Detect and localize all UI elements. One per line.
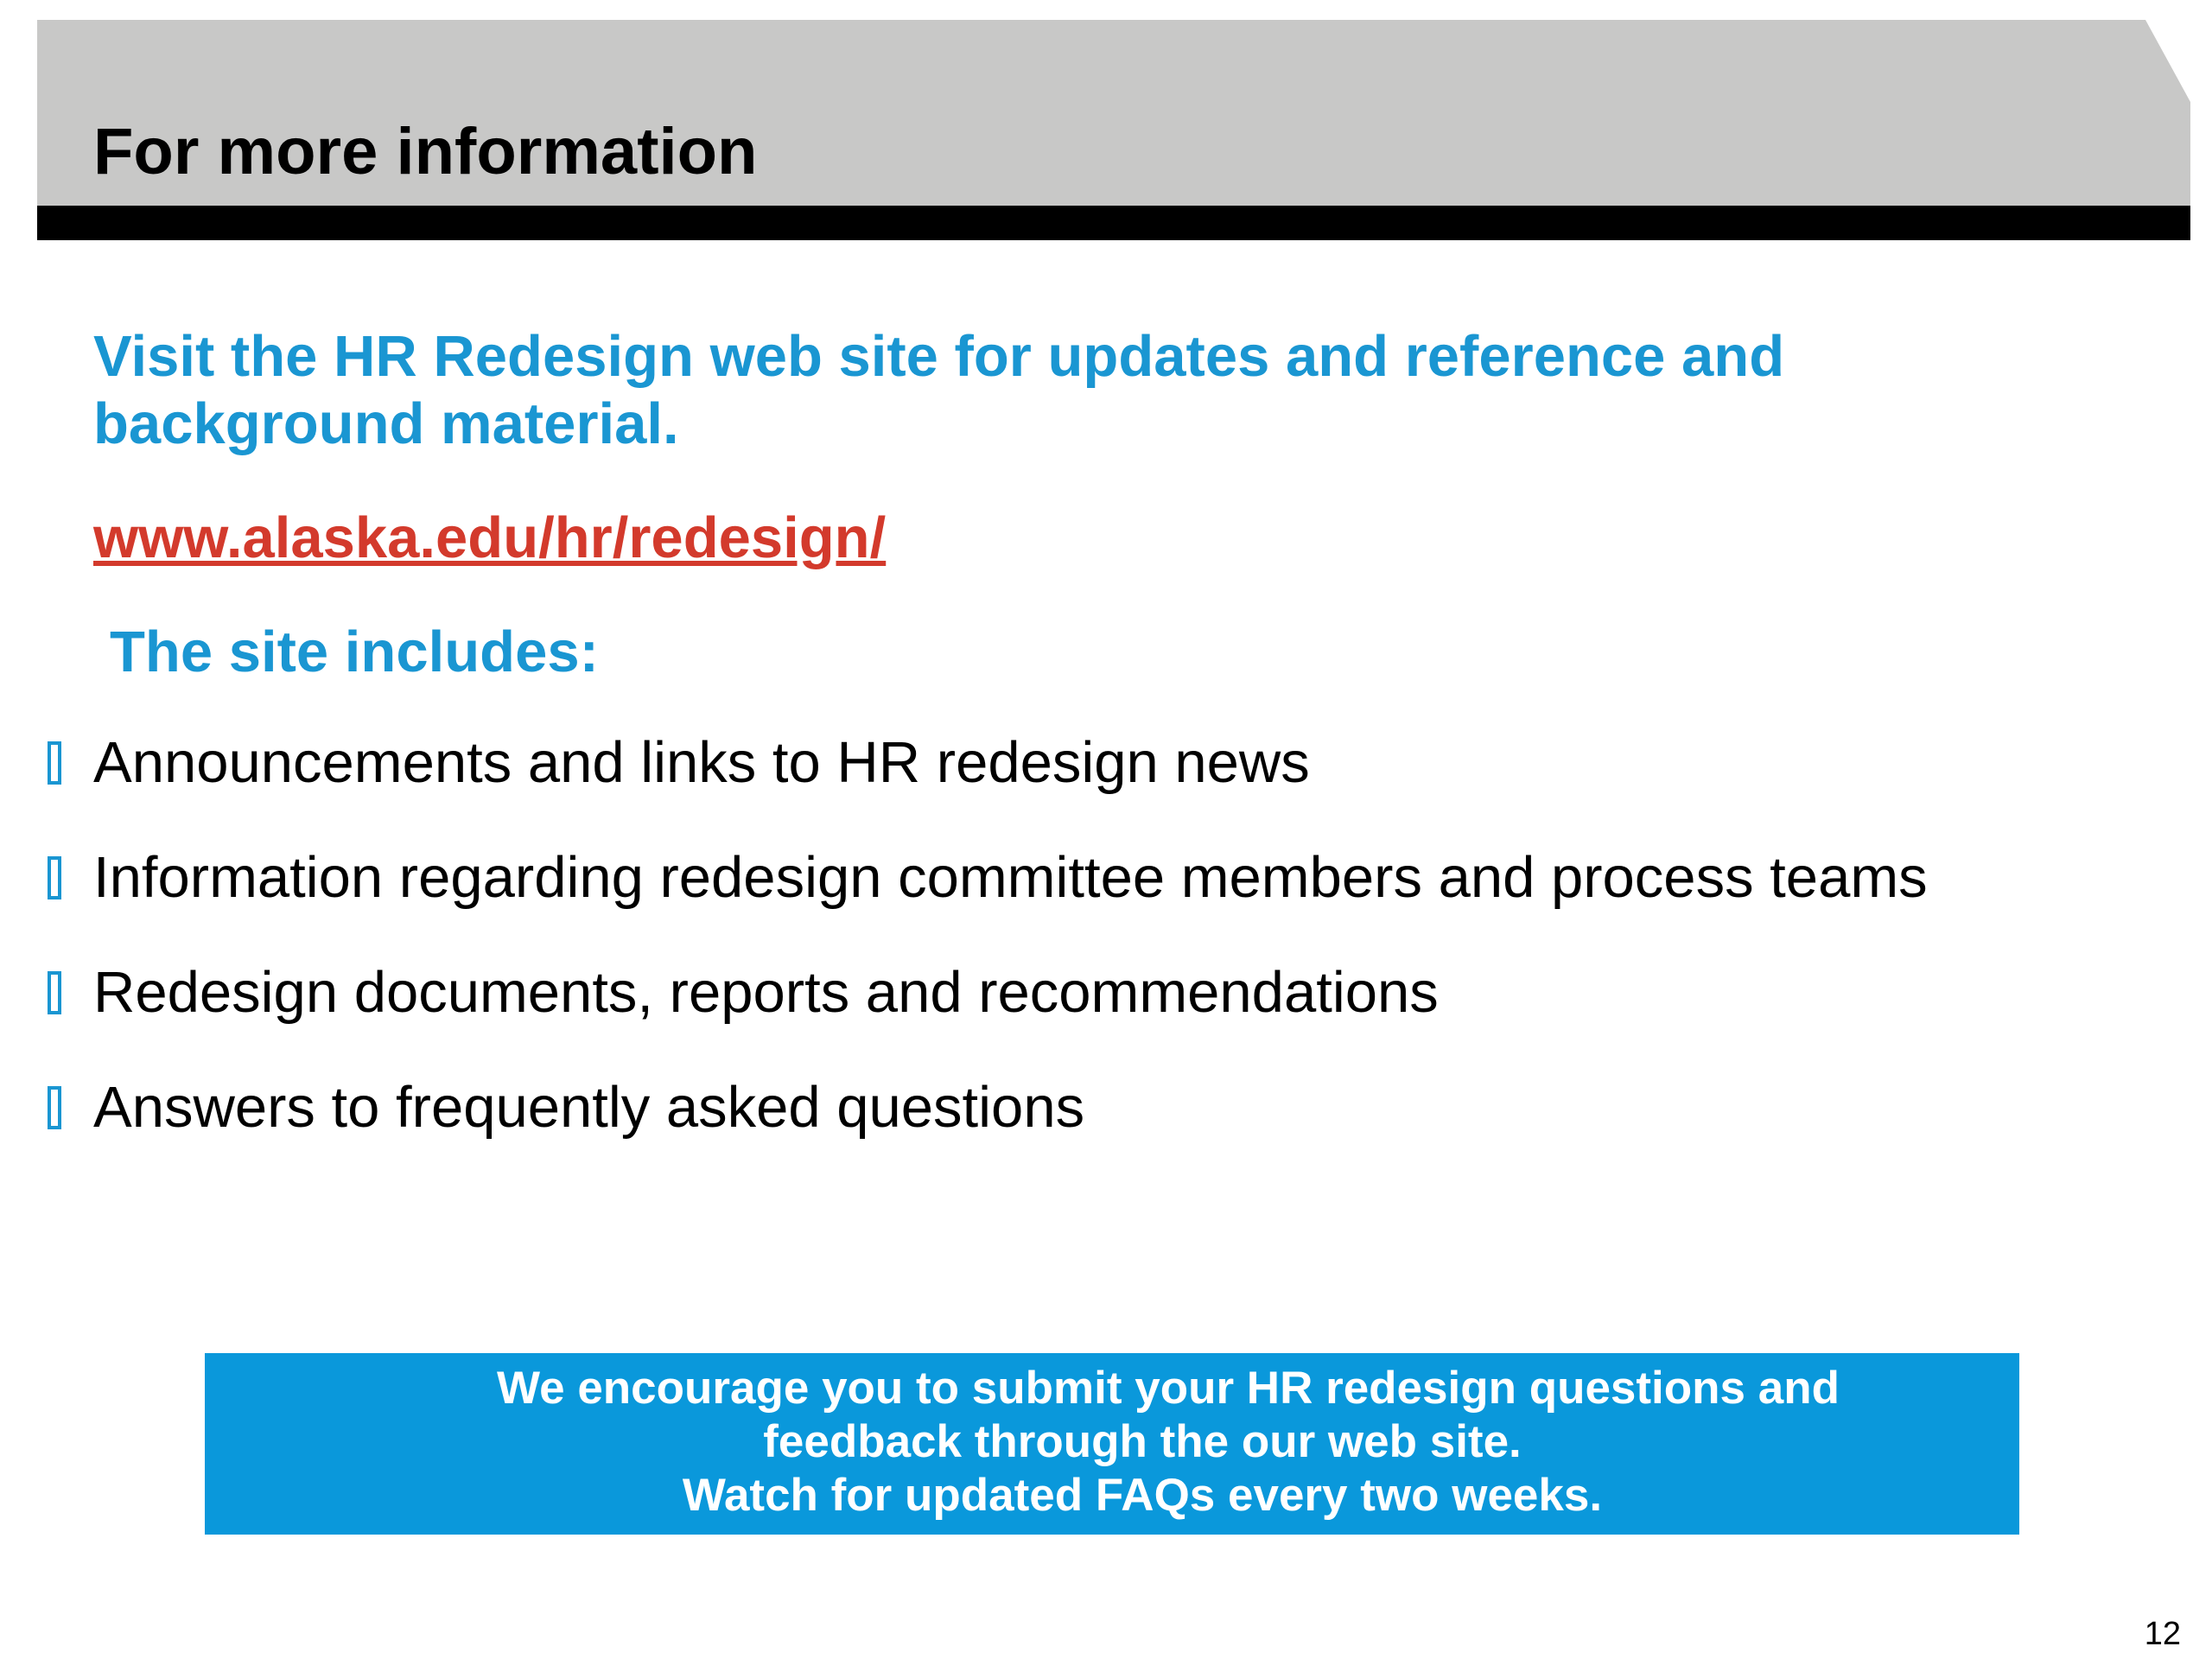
slide: For more information Visit the HR Redesi… (0, 0, 2212, 1659)
intro-text: Visit the HR Redesign web site for updat… (93, 324, 1785, 456)
square-outline-bullet-icon (48, 856, 61, 899)
slide-title: For more information (93, 115, 758, 188)
includes-heading: The site includes: (110, 620, 599, 684)
square-outline-bullet-icon (48, 1086, 61, 1129)
callout-line-2: feedback through the our web site. (763, 1416, 1522, 1467)
feedback-callout-box: We encourage you to submit your HR redes… (205, 1353, 2019, 1535)
bullet-text: Announcements and links to HR redesign n… (93, 730, 1310, 795)
page-number: 12 (2144, 1616, 2181, 1653)
callout-line-1: We encourage you to submit your HR redes… (497, 1363, 1840, 1414)
callout-line-3: Watch for updated FAQs every two weeks. (682, 1470, 1603, 1521)
square-outline-bullet-icon (48, 741, 61, 785)
square-outline-bullet-icon (48, 971, 61, 1014)
bullet-text: Redesign documents, reports and recommen… (93, 960, 1439, 1025)
bullet-text: Information regarding redesign committee… (93, 845, 1928, 910)
header-rule (37, 206, 2190, 240)
redesign-site-link[interactable]: www.alaska.edu/hr/redesign/ (93, 506, 886, 570)
bullet-text: Answers to frequently asked questions (93, 1075, 1085, 1140)
